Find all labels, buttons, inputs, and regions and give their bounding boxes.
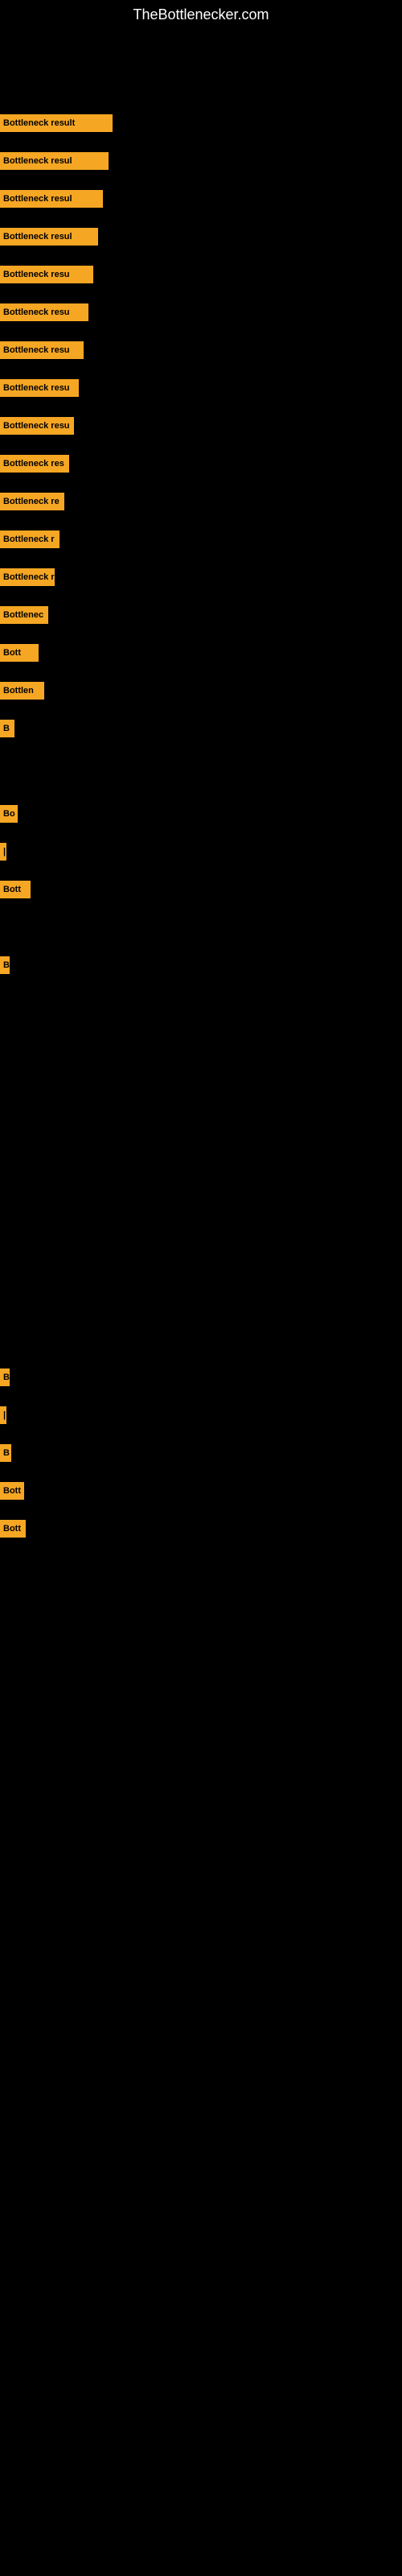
bar-item: | bbox=[0, 843, 6, 861]
bar-item: Bottleneck result bbox=[0, 114, 113, 132]
bar-item: | bbox=[0, 1406, 6, 1424]
bar-label: B bbox=[3, 1448, 10, 1458]
bar-label: Bottleneck resul bbox=[3, 156, 72, 166]
bar-label: Bottleneck resu bbox=[3, 345, 70, 355]
bar-label: Bottleneck r bbox=[3, 535, 55, 544]
bar-item: Bottleneck resu bbox=[0, 379, 79, 397]
bar-item: Bottleneck resu bbox=[0, 341, 84, 359]
bar-label: | bbox=[3, 1410, 6, 1420]
bar-label: | bbox=[3, 847, 6, 857]
bar-item: B bbox=[0, 1368, 10, 1386]
bar-item: B bbox=[0, 720, 14, 737]
bar-item: Bottleneck res bbox=[0, 455, 69, 473]
bar-label: Bottleneck resul bbox=[3, 194, 72, 204]
bar-item: Bo bbox=[0, 805, 18, 823]
bar-item: Bottleneck r bbox=[0, 568, 55, 586]
bar-label: Bottleneck re bbox=[3, 497, 59, 506]
bar-label: B bbox=[3, 1373, 10, 1382]
bar-item: Bott bbox=[0, 881, 31, 898]
bar-label: Bott bbox=[3, 648, 21, 658]
bar-label: Bottleneck r bbox=[3, 572, 55, 582]
bar-label: Bottleneck resul bbox=[3, 232, 72, 242]
site-title: TheBottlenecker.com bbox=[0, 0, 402, 30]
bar-label: Bottlen bbox=[3, 686, 34, 696]
bar-label: Bottleneck resu bbox=[3, 270, 70, 279]
bar-item: Bottleneck resu bbox=[0, 417, 74, 435]
bar-label: Bott bbox=[3, 1486, 21, 1496]
bar-label: B bbox=[3, 724, 10, 733]
bar-label: Bottleneck result bbox=[3, 118, 75, 128]
bar-item: Bott bbox=[0, 644, 39, 662]
bar-item: Bottleneck resul bbox=[0, 152, 109, 170]
bar-label: Bottleneck resu bbox=[3, 383, 70, 393]
bar-label: Bottlenec bbox=[3, 610, 43, 620]
bar-label: Bottleneck res bbox=[3, 459, 64, 469]
bar-item: Bott bbox=[0, 1520, 26, 1538]
bar-item: Bottleneck resul bbox=[0, 228, 98, 246]
bar-label: Bottleneck resu bbox=[3, 308, 70, 317]
bar-item: Bottlenec bbox=[0, 606, 48, 624]
bar-item: B bbox=[0, 956, 10, 974]
bar-item: Bottleneck re bbox=[0, 493, 64, 510]
bar-label: Bott bbox=[3, 1524, 21, 1534]
bar-label: Bottleneck resu bbox=[3, 421, 70, 431]
bar-item: Bottleneck resul bbox=[0, 190, 103, 208]
bar-label: Bott bbox=[3, 885, 21, 894]
bar-item: B bbox=[0, 1444, 11, 1462]
bar-item: Bottleneck resu bbox=[0, 303, 88, 321]
bar-item: Bott bbox=[0, 1482, 24, 1500]
bar-item: Bottleneck resu bbox=[0, 266, 93, 283]
bar-label: Bo bbox=[3, 809, 15, 819]
bar-item: Bottlen bbox=[0, 682, 44, 700]
bar-label: B bbox=[3, 960, 10, 970]
bar-item: Bottleneck r bbox=[0, 530, 59, 548]
